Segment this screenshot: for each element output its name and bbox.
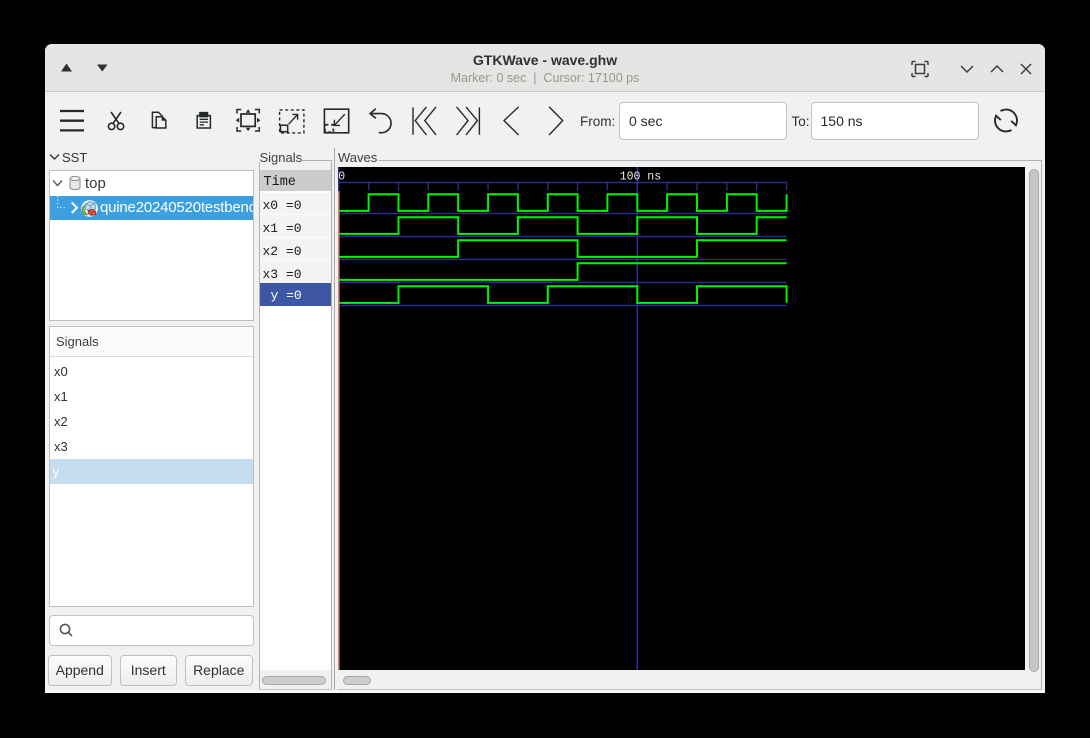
- svg-text:100 ns: 100 ns: [619, 171, 660, 184]
- svg-text:0: 0: [338, 171, 345, 184]
